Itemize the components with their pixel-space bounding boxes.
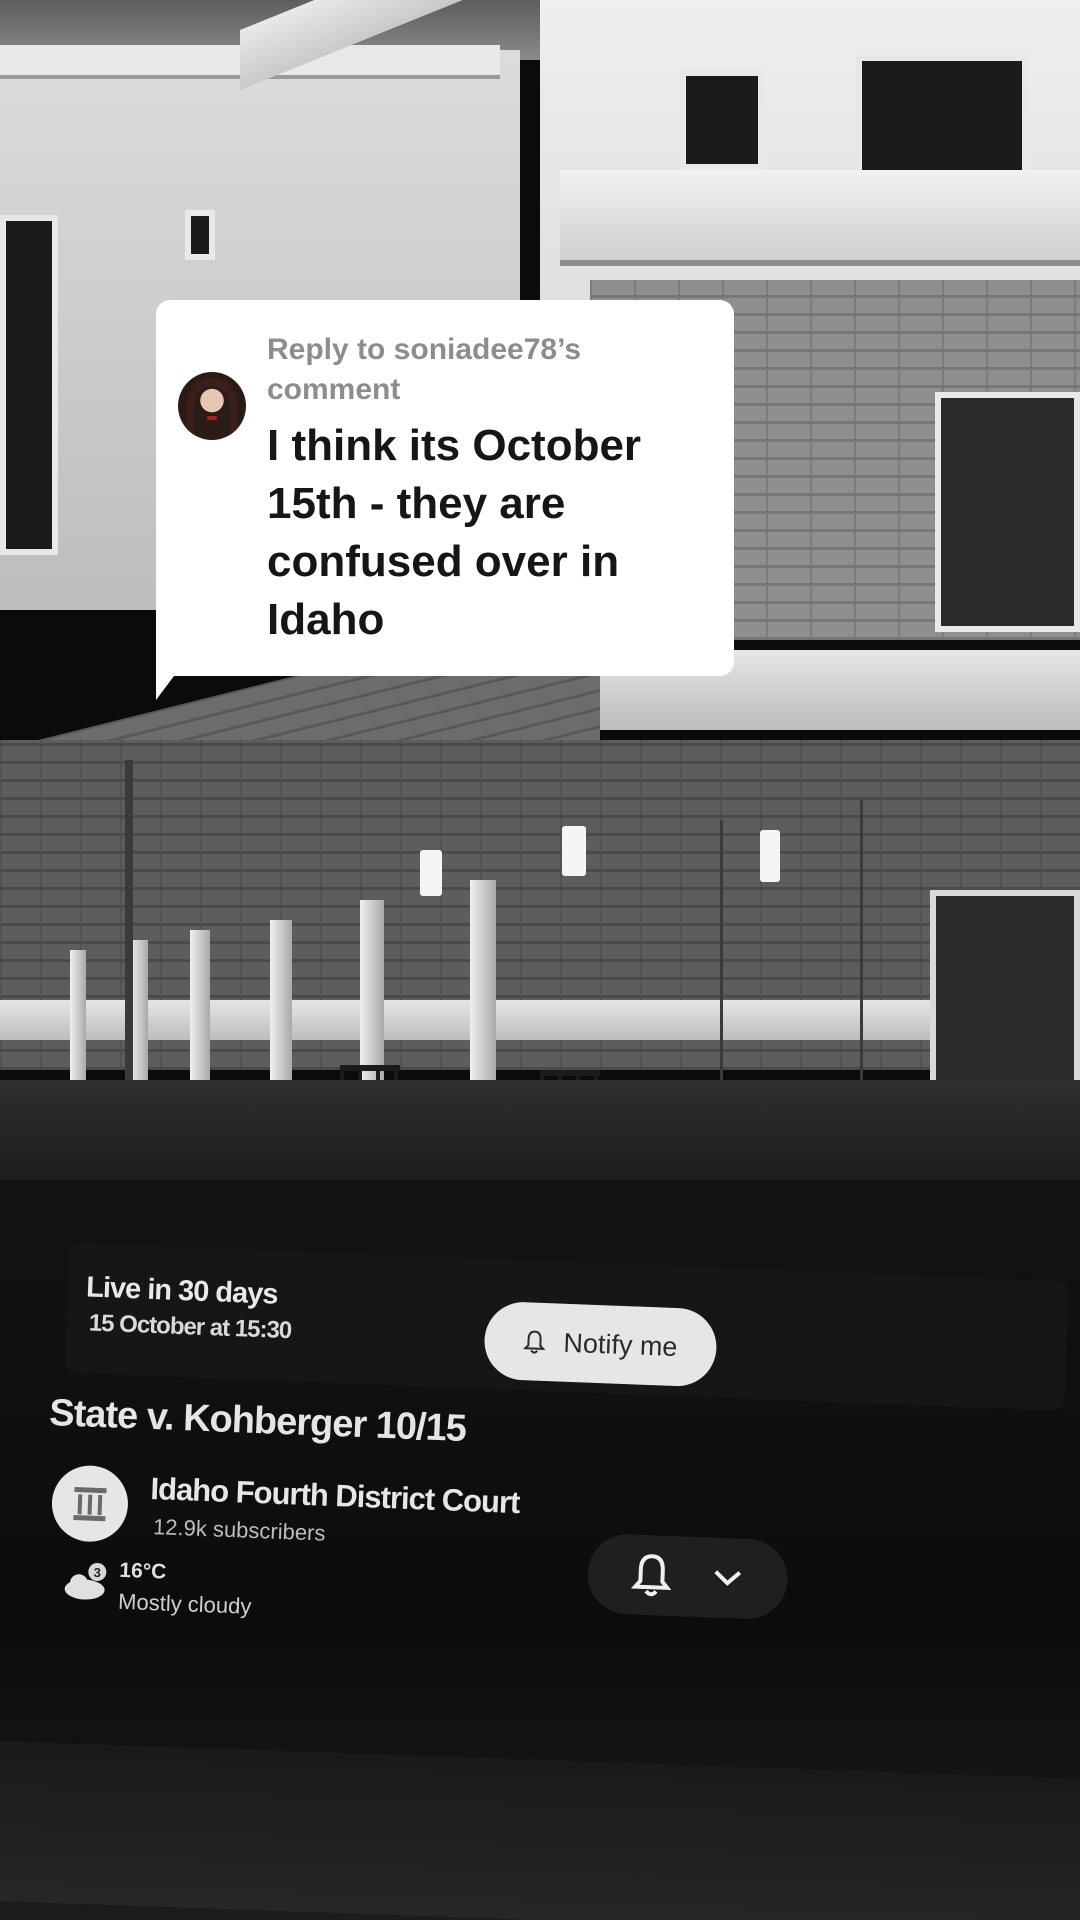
upper-window	[856, 55, 1028, 180]
video-title: State v. Kohberger 10/15	[48, 1392, 467, 1451]
bell-icon	[522, 1330, 546, 1354]
light-fixture	[420, 850, 442, 896]
tree	[720, 820, 723, 1100]
subscriber-count: 12.9k subscribers	[152, 1514, 326, 1546]
subscription-controls[interactable]	[586, 1532, 790, 1621]
notify-me-button[interactable]: Notify me	[483, 1300, 718, 1388]
lamp-post	[125, 760, 133, 1120]
left-building-window	[185, 210, 215, 260]
storefront-window	[930, 890, 1080, 1090]
cornice	[560, 170, 1080, 266]
reply-comment-sticker[interactable]: Reply to soniadee78’s comment I think it…	[156, 300, 734, 676]
reply-comment-text: I think its October 15th - they are conf…	[267, 421, 642, 644]
left-building-window	[0, 215, 58, 555]
light-fixture	[562, 826, 586, 876]
balcony-opening	[935, 392, 1080, 632]
commenter-avatar	[178, 372, 246, 440]
channel-avatar[interactable]	[50, 1464, 130, 1544]
weather-temperature: 16°C	[118, 1558, 167, 1584]
light-fixture	[760, 830, 780, 882]
upper-window	[680, 70, 764, 170]
weather-badge: 3	[93, 1565, 101, 1580]
cloudy-weather-icon: 3	[64, 1562, 107, 1600]
channel-name[interactable]: Idaho Fourth District Court	[150, 1471, 520, 1521]
weather-condition: Mostly cloudy	[117, 1588, 252, 1619]
courthouse-icon	[73, 1487, 107, 1522]
reply-header: Reply to soniadee78’s comment	[267, 333, 582, 406]
tree	[860, 800, 863, 1100]
chevron-down-icon[interactable]	[711, 1568, 744, 1589]
notify-me-label: Notify me	[562, 1327, 678, 1362]
stone-base	[0, 1000, 1080, 1040]
video-info-panel: Live in 30 days 15 October at 15:30 Noti…	[0, 1240, 1079, 1701]
notification-bell-icon[interactable]	[630, 1552, 673, 1600]
